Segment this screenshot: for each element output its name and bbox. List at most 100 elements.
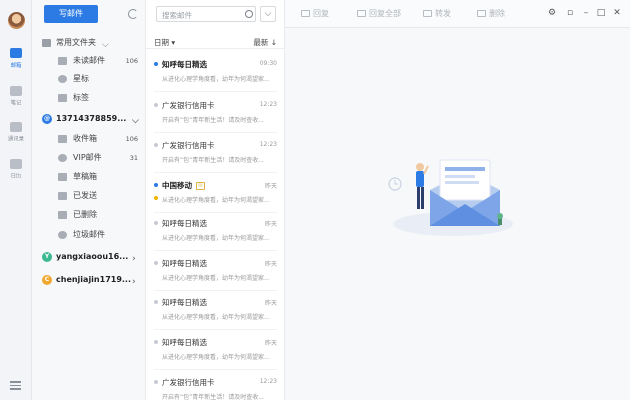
rail-item-contacts[interactable]: 通讯录 xyxy=(0,118,32,148)
mail-sender: 广发银行信用卡 xyxy=(162,378,215,387)
folder-item-drafts[interactable]: 草稿箱 xyxy=(32,168,146,186)
mail-icon xyxy=(10,48,22,58)
folder-item-inbox[interactable]: 收件箱 106 xyxy=(32,130,146,148)
folder-item-spam[interactable]: 垃圾邮件 xyxy=(32,226,146,244)
mail-item[interactable]: 知呼每日精选 昨天 从进化心理学角度看，幼年为何渴望家... xyxy=(146,330,285,370)
folder-label: 已发送 xyxy=(73,191,97,200)
mail-item[interactable]: 广发银行信用卡 12:23 开启有“包”青年新生活！请及时查收... xyxy=(146,133,285,173)
mail-preview: 从进化心理学角度看，幼年为何渴望家... xyxy=(162,354,270,361)
left-rail: 邮箱 笔记 通讯录 日历 xyxy=(0,0,32,400)
star-icon[interactable] xyxy=(154,196,158,200)
rail-item-mail[interactable]: 邮箱 xyxy=(0,44,32,74)
skin-icon[interactable]: ▫ xyxy=(565,8,575,18)
star-icon xyxy=(58,75,67,83)
folder-item-starred[interactable]: 星标 xyxy=(32,70,146,88)
folder-label: VIP邮件 xyxy=(73,153,102,162)
account-avatar: Y xyxy=(42,252,52,262)
rail-label: 邮箱 xyxy=(10,62,22,69)
rail-label: 笔记 xyxy=(10,100,22,107)
mail-sender: 广发银行信用卡 xyxy=(162,101,215,110)
delete-button[interactable]: 删除 xyxy=(477,8,505,19)
reply-all-button[interactable]: 回复全部 xyxy=(357,8,401,19)
refresh-icon[interactable] xyxy=(128,9,138,19)
account-chenjiajin[interactable]: C chenjiajin1719... › xyxy=(32,271,146,289)
forward-button[interactable]: 转发 xyxy=(423,8,451,19)
mail-list-panel: 搜索邮件 ⌵ 日期 ▾ 最新 ↓ 知呼每日精选 09:30 从进化心理学角度看，… xyxy=(146,0,285,400)
mail-item[interactable]: 知呼每日精选 09:30 从进化心理学角度看，幼年为何渴望家... xyxy=(146,52,285,92)
mail-preview: 从进化心理学角度看，幼年为何渴望家... xyxy=(162,275,270,282)
folder-panel: 写邮件 常用文件夹 ⌵ 未读邮件 106 星标 标签 @ 13714378859… xyxy=(32,0,146,400)
send-icon xyxy=(58,192,67,200)
minimize-icon[interactable]: – xyxy=(581,8,591,18)
folder-item-sent[interactable]: 已发送 xyxy=(32,187,146,205)
mail-toolbar: 回复 回复全部 转发 删除 ⚙ ▫ – □ ✕ xyxy=(285,0,630,28)
folder-label: 垃圾邮件 xyxy=(73,230,105,239)
mail-sender: 知呼每日精选 xyxy=(162,259,207,268)
account-name: chenjiajin1719... xyxy=(56,275,132,284)
mail-item[interactable]: 广发银行信用卡 12:23 开启有“包”青年新生活！请及时查收... xyxy=(146,93,285,133)
folder-count: 31 xyxy=(129,154,138,162)
rail-label: 日历 xyxy=(10,173,22,180)
account-13714378859[interactable]: @ 13714378859... ⌵ xyxy=(32,110,146,128)
reply-all-icon xyxy=(357,10,366,17)
mail-item[interactable]: 知呼每日精选 昨天 从进化心理学角度看，幼年为何渴望家... xyxy=(146,211,285,251)
reply-button[interactable]: 回复 xyxy=(301,8,329,19)
close-icon[interactable]: ✕ xyxy=(612,8,622,18)
sort-order[interactable]: 最新 ↓ xyxy=(253,37,277,48)
vip-icon xyxy=(58,154,67,162)
mail-sender: 知呼每日精选 xyxy=(162,298,207,307)
search-icon[interactable] xyxy=(245,10,253,18)
folder-label: 草稿箱 xyxy=(73,172,97,181)
sort-bar: 日期 ▾ 最新 ↓ xyxy=(146,33,285,49)
folder-label: 标签 xyxy=(73,93,89,102)
chevron-right-icon: › xyxy=(132,254,136,264)
folder-item-tags[interactable]: 标签 xyxy=(32,89,146,107)
chevron-down-icon: ⌵ xyxy=(132,116,139,126)
unread-dot xyxy=(154,183,158,187)
avatar[interactable] xyxy=(8,12,25,29)
folder-item-unread[interactable]: 未读邮件 106 xyxy=(32,52,146,70)
mail-item[interactable]: 中国移动 ✉ 昨天 从进化心理学角度看，幼年为何渴望家... xyxy=(146,173,285,213)
rail-item-notes[interactable]: 笔记 xyxy=(0,82,32,112)
folder-item-vip[interactable]: VIP邮件 31 xyxy=(32,149,146,167)
attachment-tag-icon: ✉ xyxy=(196,182,205,190)
settings-icon[interactable]: ⚙ xyxy=(547,8,557,18)
mail-time: 12:23 xyxy=(259,378,277,385)
filter-dropdown-button[interactable]: ⌵ xyxy=(260,6,276,22)
mail-sender: 知呼每日精选 xyxy=(162,219,207,228)
sort-by-date[interactable]: 日期 ▾ xyxy=(154,37,175,48)
folder-group-common[interactable]: 常用文件夹 ⌵ xyxy=(32,34,146,52)
mail-time: 昨天 xyxy=(264,261,277,268)
mail-preview: 从进化心理学角度看，幼年为何渴望家... xyxy=(162,76,270,83)
mail-preview: 从进化心理学角度看，幼年为何渴望家... xyxy=(162,235,270,242)
tag-icon xyxy=(58,94,67,102)
mail-preview: 从进化心理学角度看，幼年为何渴望家... xyxy=(162,197,270,204)
mail-preview: 开启有“包”青年新生活！请及时查收... xyxy=(162,117,264,124)
search-input[interactable]: 搜索邮件 xyxy=(156,6,256,22)
account-name: yangxiaoou16... xyxy=(56,252,129,261)
maximize-icon[interactable]: □ xyxy=(596,8,606,18)
unread-dot xyxy=(154,62,158,66)
read-dot xyxy=(154,143,158,147)
folder-item-deleted[interactable]: 已删除 xyxy=(32,206,146,224)
mail-item[interactable]: 知呼每日精选 昨天 从进化心理学角度看，幼年为何渴望家... xyxy=(146,290,285,330)
read-dot xyxy=(154,261,158,265)
mail-icon xyxy=(58,57,67,65)
mail-preview: 开启有“包”青年新生活！请及时查收... xyxy=(162,157,264,164)
rail-item-calendar[interactable]: 日历 xyxy=(0,155,32,185)
draft-icon xyxy=(58,173,67,181)
read-dot xyxy=(154,300,158,304)
menu-icon[interactable] xyxy=(10,381,21,390)
mail-time: 昨天 xyxy=(264,300,277,307)
read-dot xyxy=(154,380,158,384)
contacts-icon xyxy=(10,122,22,132)
mail-time: 昨天 xyxy=(264,183,277,190)
mail-item[interactable]: 广发银行信用卡 12:23 开启有“包”青年新生活！请及时查收... xyxy=(146,370,285,400)
account-yangxiaoou[interactable]: Y yangxiaoou16... › xyxy=(32,248,146,266)
search-placeholder: 搜索邮件 xyxy=(162,11,192,20)
mail-sender: 广发银行信用卡 xyxy=(162,141,215,150)
compose-button[interactable]: 写邮件 xyxy=(44,5,98,23)
mail-preview: 从进化心理学角度看，幼年为何渴望家... xyxy=(162,314,270,321)
mail-time: 昨天 xyxy=(264,340,277,347)
mail-item[interactable]: 知呼每日精选 昨天 从进化心理学角度看，幼年为何渴望家... xyxy=(146,251,285,291)
